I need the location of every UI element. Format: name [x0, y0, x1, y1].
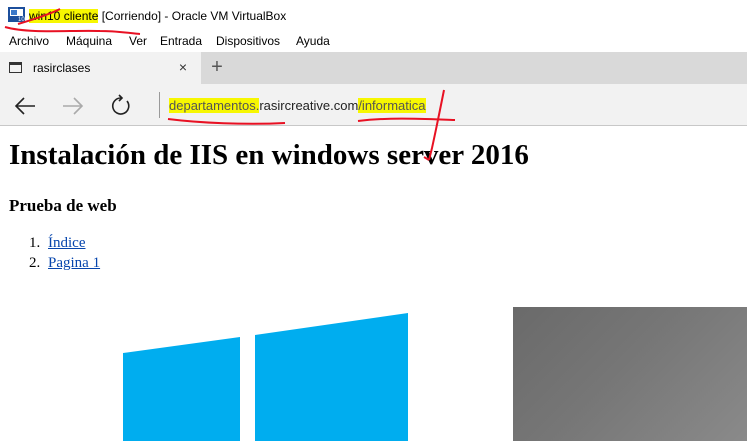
windows-logo-image: [123, 313, 408, 441]
tab-rasirclases[interactable]: rasirclases ×: [0, 52, 201, 84]
list-item: 2. Pagina 1: [29, 255, 100, 275]
menu-ayuda[interactable]: Ayuda: [296, 32, 330, 50]
refresh-icon[interactable]: [108, 93, 134, 119]
link-indice[interactable]: Índice: [48, 235, 85, 251]
link-pagina-1[interactable]: Pagina 1: [48, 255, 100, 271]
window-title-rest: [Corriendo] - Oracle VM VirtualBox: [101, 9, 287, 23]
page-icon: [9, 62, 22, 73]
url-domain: rasircreative.com: [259, 98, 359, 113]
forward-icon[interactable]: [60, 93, 86, 119]
svg-text:10: 10: [18, 17, 25, 22]
address-bar[interactable]: departamentos.rasircreative.com/informat…: [169, 98, 426, 113]
windows-logo-pane-left: [123, 337, 240, 441]
list-item: 1. Índice: [29, 235, 100, 255]
page-heading: Instalación de IIS en windows server 201…: [9, 139, 529, 171]
url-subdomain: departamentos.: [169, 98, 260, 113]
window-title-bar[interactable]: 10 win10 cliente [Corriendo] - Oracle VM…: [0, 0, 747, 30]
navigation-bar: departamentos.rasircreative.com/informat…: [0, 84, 747, 126]
window-title: win10 cliente [Corriendo] - Oracle VM Vi…: [29, 9, 286, 23]
vm-name: win10 cliente: [29, 9, 99, 23]
back-icon[interactable]: [12, 93, 38, 119]
menu-archivo[interactable]: Archivo: [9, 32, 49, 50]
list-number: 2.: [29, 255, 41, 271]
virtualbox-window: 10 win10 cliente [Corriendo] - Oracle VM…: [0, 0, 747, 441]
new-tab-button[interactable]: +: [207, 57, 227, 78]
menu-bar: Archivo Máquina Ver Entrada Dispositivos…: [0, 32, 747, 52]
tab-strip: rasirclases × +: [0, 52, 747, 84]
menu-maquina[interactable]: Máquina: [66, 32, 112, 50]
menu-dispositivos[interactable]: Dispositivos: [216, 32, 280, 50]
address-separator: [159, 92, 160, 118]
gray-image: [513, 307, 747, 441]
url-path: /informatica: [358, 98, 426, 113]
menu-entrada[interactable]: Entrada: [160, 32, 202, 50]
page-subheading: Prueba de web: [9, 196, 117, 215]
windows-logo-pane-right: [255, 313, 408, 441]
virtualbox-icon: 10: [8, 7, 25, 22]
link-list: 1. Índice 2. Pagina 1: [29, 235, 100, 275]
list-number: 1.: [29, 235, 41, 251]
close-tab-icon[interactable]: ×: [176, 60, 190, 74]
tab-label: rasirclases: [33, 61, 91, 75]
web-page: Instalación de IIS en windows server 201…: [0, 127, 747, 441]
menu-ver[interactable]: Ver: [129, 32, 147, 50]
